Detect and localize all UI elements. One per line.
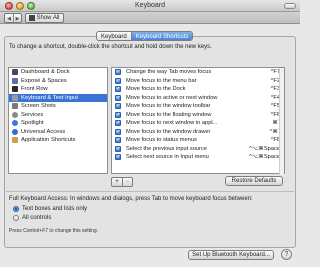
category-label: Keyboard & Text Input [21,94,78,101]
title-bar: Keyboard [0,0,300,12]
full-keyboard-access-text: Full Keyboard Access: In windows and dia… [9,196,253,202]
shortcut-list: ✓ Change the way Tab moves focus ^F7 ✓ M… [111,67,285,175]
dashboard-dock-icon [12,69,18,76]
shortcut-row[interactable]: ✓ Move focus to status menus ^F8 [112,136,284,145]
shortcut-description: Move focus to next window in appl... [126,120,218,127]
keyboard-icon [12,94,18,101]
shortcut-row[interactable]: ✓ Move focus to the menu bar ^F2 [112,77,284,86]
radio-label: Text boxes and lists only [22,206,88,212]
category-label: Spotlight [21,120,44,127]
category-label: Services [21,111,44,118]
category-label: Application Shortcuts [21,137,76,144]
screen-shots-icon [12,103,18,110]
shortcut-key[interactable]: ^⌥⌘Space [249,146,280,152]
divider [6,191,294,192]
shortcut-description: Move focus to the menu bar [126,77,197,84]
add-shortcut-button[interactable]: + [112,178,122,186]
category-keyboard-text-input[interactable]: Keyboard & Text Input [9,93,107,102]
shortcut-checkbox[interactable]: ✓ [115,137,121,144]
shortcut-row[interactable]: ✓ Move focus to the window drawer ^⌘` [112,128,284,137]
universal-access-icon [12,128,18,135]
shortcut-description: Select next source in Input menu [126,154,209,161]
radio-selected-icon[interactable] [13,206,19,212]
chevron-left-icon[interactable]: ◀ [5,14,13,23]
instructions-text: To change a shortcut, double-click the s… [9,44,212,50]
category-label: Universal Access [21,128,66,135]
shortcut-checkbox[interactable]: ✓ [115,128,121,135]
shortcut-checkbox[interactable]: ✓ [115,120,121,127]
shortcut-list-scrollbar[interactable] [279,68,284,175]
category-expose-spaces[interactable]: Exposé & Spaces [9,77,107,86]
shortcut-description: Change the way Tab moves focus [126,69,212,76]
application-shortcuts-icon [12,137,18,144]
category-spotlight[interactable]: Spotlight [9,119,107,128]
shortcut-key[interactable]: ^⌥⌘Space [249,154,280,160]
radio-label: All controls [22,215,52,221]
shortcut-description: Move focus to status menus [126,137,197,144]
category-front-row[interactable]: Front Row [9,85,107,94]
shortcut-row[interactable]: ✓ Move focus to the Dock ^F3 [112,85,284,94]
radio-all-controls[interactable]: All controls [13,214,51,222]
shortcut-checkbox[interactable]: ✓ [115,154,121,161]
toolbar-toggle-button[interactable] [284,3,296,9]
services-gear-icon [12,111,18,118]
shortcut-row[interactable]: ✓ Select the previous input source ^⌥⌘Sp… [112,145,284,154]
front-row-icon [12,86,18,93]
tab-keyboard-shortcuts[interactable]: Keyboard Shortcuts [130,32,193,40]
grid-icon [29,15,35,21]
shortcut-checkbox[interactable]: ✓ [115,86,121,93]
control-f7-hint: Press Control+F7 to change this setting. [9,228,99,234]
shortcut-row[interactable]: ✓ Move focus to the floating window ^F6 [112,111,284,120]
category-label: Front Row [21,86,48,93]
show-all-label: Show All [36,15,60,21]
shortcut-description: Select the previous input source [126,145,207,152]
category-universal-access[interactable]: Universal Access [9,128,107,137]
category-application-shortcuts[interactable]: Application Shortcuts [9,136,107,145]
nav-buttons: ◀ ▶ [4,13,22,23]
restore-defaults-button[interactable]: Restore Defaults [225,176,283,186]
add-remove-buttons: + − [111,177,133,187]
set-up-bluetooth-keyboard-button[interactable]: Set Up Bluetooth Keyboard... [188,250,274,260]
toolbar: ◀ ▶ Show All [0,12,300,24]
shortcut-row[interactable]: ✓ Move focus to active or next window ^F… [112,94,284,103]
shortcut-checkbox[interactable]: ✓ [115,69,121,76]
category-list: Dashboard & Dock Exposé & Spaces Front R… [8,67,108,174]
shortcut-description: Move focus to the Dock [126,86,186,93]
category-screen-shots[interactable]: Screen Shots [9,102,107,111]
shortcut-checkbox[interactable]: ✓ [115,111,121,118]
shortcut-checkbox[interactable]: ✓ [115,94,121,101]
category-services[interactable]: Services [9,111,107,120]
radio-unselected-icon[interactable] [13,215,19,221]
expose-spaces-icon [12,77,18,84]
category-label: Exposé & Spaces [21,77,67,84]
window-title: Keyboard [135,2,165,9]
shortcut-row[interactable]: ✓ Move focus to the window toolbar ^F5 [112,102,284,111]
shortcut-checkbox[interactable]: ✓ [115,145,121,152]
shortcut-row[interactable]: ✓ Change the way Tab moves focus ^F7 [112,68,284,77]
shortcut-description: Move focus to the window toolbar [126,103,211,110]
chevron-right-icon[interactable]: ▶ [13,14,21,23]
category-label: Dashboard & Dock [21,69,70,76]
shortcut-checkbox[interactable]: ✓ [115,77,121,84]
tab-keyboard[interactable]: Keyboard [97,32,131,40]
remove-shortcut-button[interactable]: − [122,178,132,186]
category-dashboard-dock[interactable]: Dashboard & Dock [9,68,107,77]
spotlight-icon [12,120,18,127]
shortcut-description: Move focus to the floating window [126,111,212,118]
shortcut-row[interactable]: ✓ Move focus to next window in appl... ⌘… [112,119,284,128]
category-label: Screen Shots [21,103,56,110]
help-button[interactable]: ? [281,249,292,260]
shortcut-description: Move focus to the window drawer [126,128,211,135]
tab-bar: Keyboard Keyboard Shortcuts [96,31,194,41]
shortcut-checkbox[interactable]: ✓ [115,103,121,110]
show-all-button[interactable]: Show All [25,13,64,23]
shortcut-row[interactable]: ✓ Select next source in Input menu ^⌥⌘Sp… [112,153,284,162]
radio-text-boxes-lists[interactable]: Text boxes and lists only [13,205,87,213]
shortcut-description: Move focus to active or next window [126,94,218,101]
